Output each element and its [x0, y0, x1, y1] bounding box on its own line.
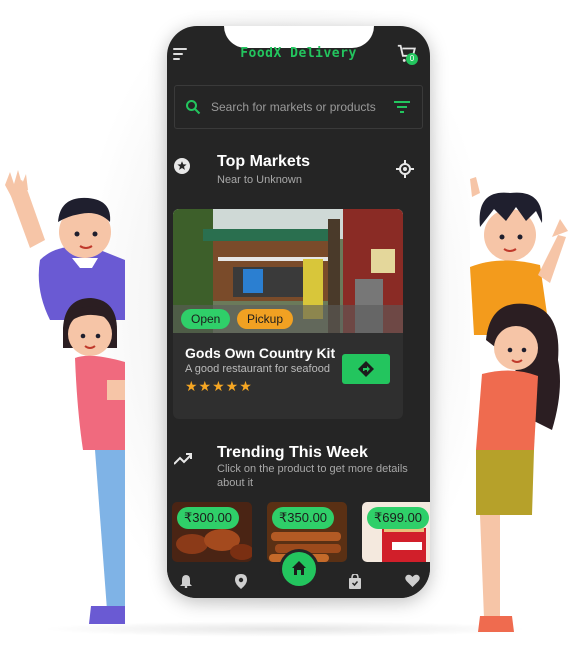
directions-button[interactable] — [342, 354, 390, 384]
app-title: FoodX Delivery — [240, 46, 357, 61]
bottom-navigation — [167, 552, 430, 598]
trending-subtitle: Click on the product to get more details… — [217, 463, 408, 489]
pickup-tag: Pickup — [237, 309, 294, 329]
cart-count-badge: 0 — [406, 53, 418, 65]
trending-title: Trending This Week — [217, 444, 368, 461]
star-icon — [174, 158, 190, 174]
shopping-bag-icon[interactable] — [348, 574, 362, 589]
search-placeholder[interactable]: Search for markets or products — [211, 100, 376, 114]
top-markets-title: Top Markets — [217, 153, 311, 170]
product-card[interactable]: ₹699.00 — [362, 502, 430, 562]
market-card[interactable]: Open Pickup Gods Own Country Kitchen A g… — [173, 209, 403, 419]
filter-icon[interactable] — [394, 101, 410, 113]
open-status-tag: Open — [181, 309, 231, 329]
phone-frame: FoodX Delivery 0 Search for markets or p… — [167, 26, 430, 598]
product-price: ₹350.00 — [272, 507, 335, 529]
market-name: Gods Own Country Kitchen — [185, 345, 335, 361]
directions-icon — [358, 361, 374, 377]
phone-notch — [224, 26, 374, 48]
girl-illustration-left — [63, 298, 125, 624]
product-price: ₹699.00 — [367, 507, 430, 529]
search-bar[interactable]: Search for markets or products — [174, 85, 423, 129]
product-card[interactable]: ₹300.00 — [172, 502, 252, 562]
bell-icon[interactable] — [179, 574, 193, 588]
trending-up-icon — [174, 453, 192, 465]
map-pin-icon[interactable] — [235, 574, 247, 589]
home-icon — [292, 561, 306, 575]
top-markets-subtitle: Near to Unknown — [217, 174, 302, 186]
search-icon — [186, 100, 201, 115]
product-price: ₹300.00 — [177, 507, 240, 529]
rating-stars: ★★★★★ — [185, 378, 253, 394]
girl-illustration-right — [476, 303, 560, 632]
heart-icon[interactable] — [405, 574, 420, 588]
home-button[interactable] — [282, 552, 316, 586]
market-description: A good restaurant for seafood — [185, 363, 330, 375]
my-location-icon[interactable] — [396, 160, 414, 178]
